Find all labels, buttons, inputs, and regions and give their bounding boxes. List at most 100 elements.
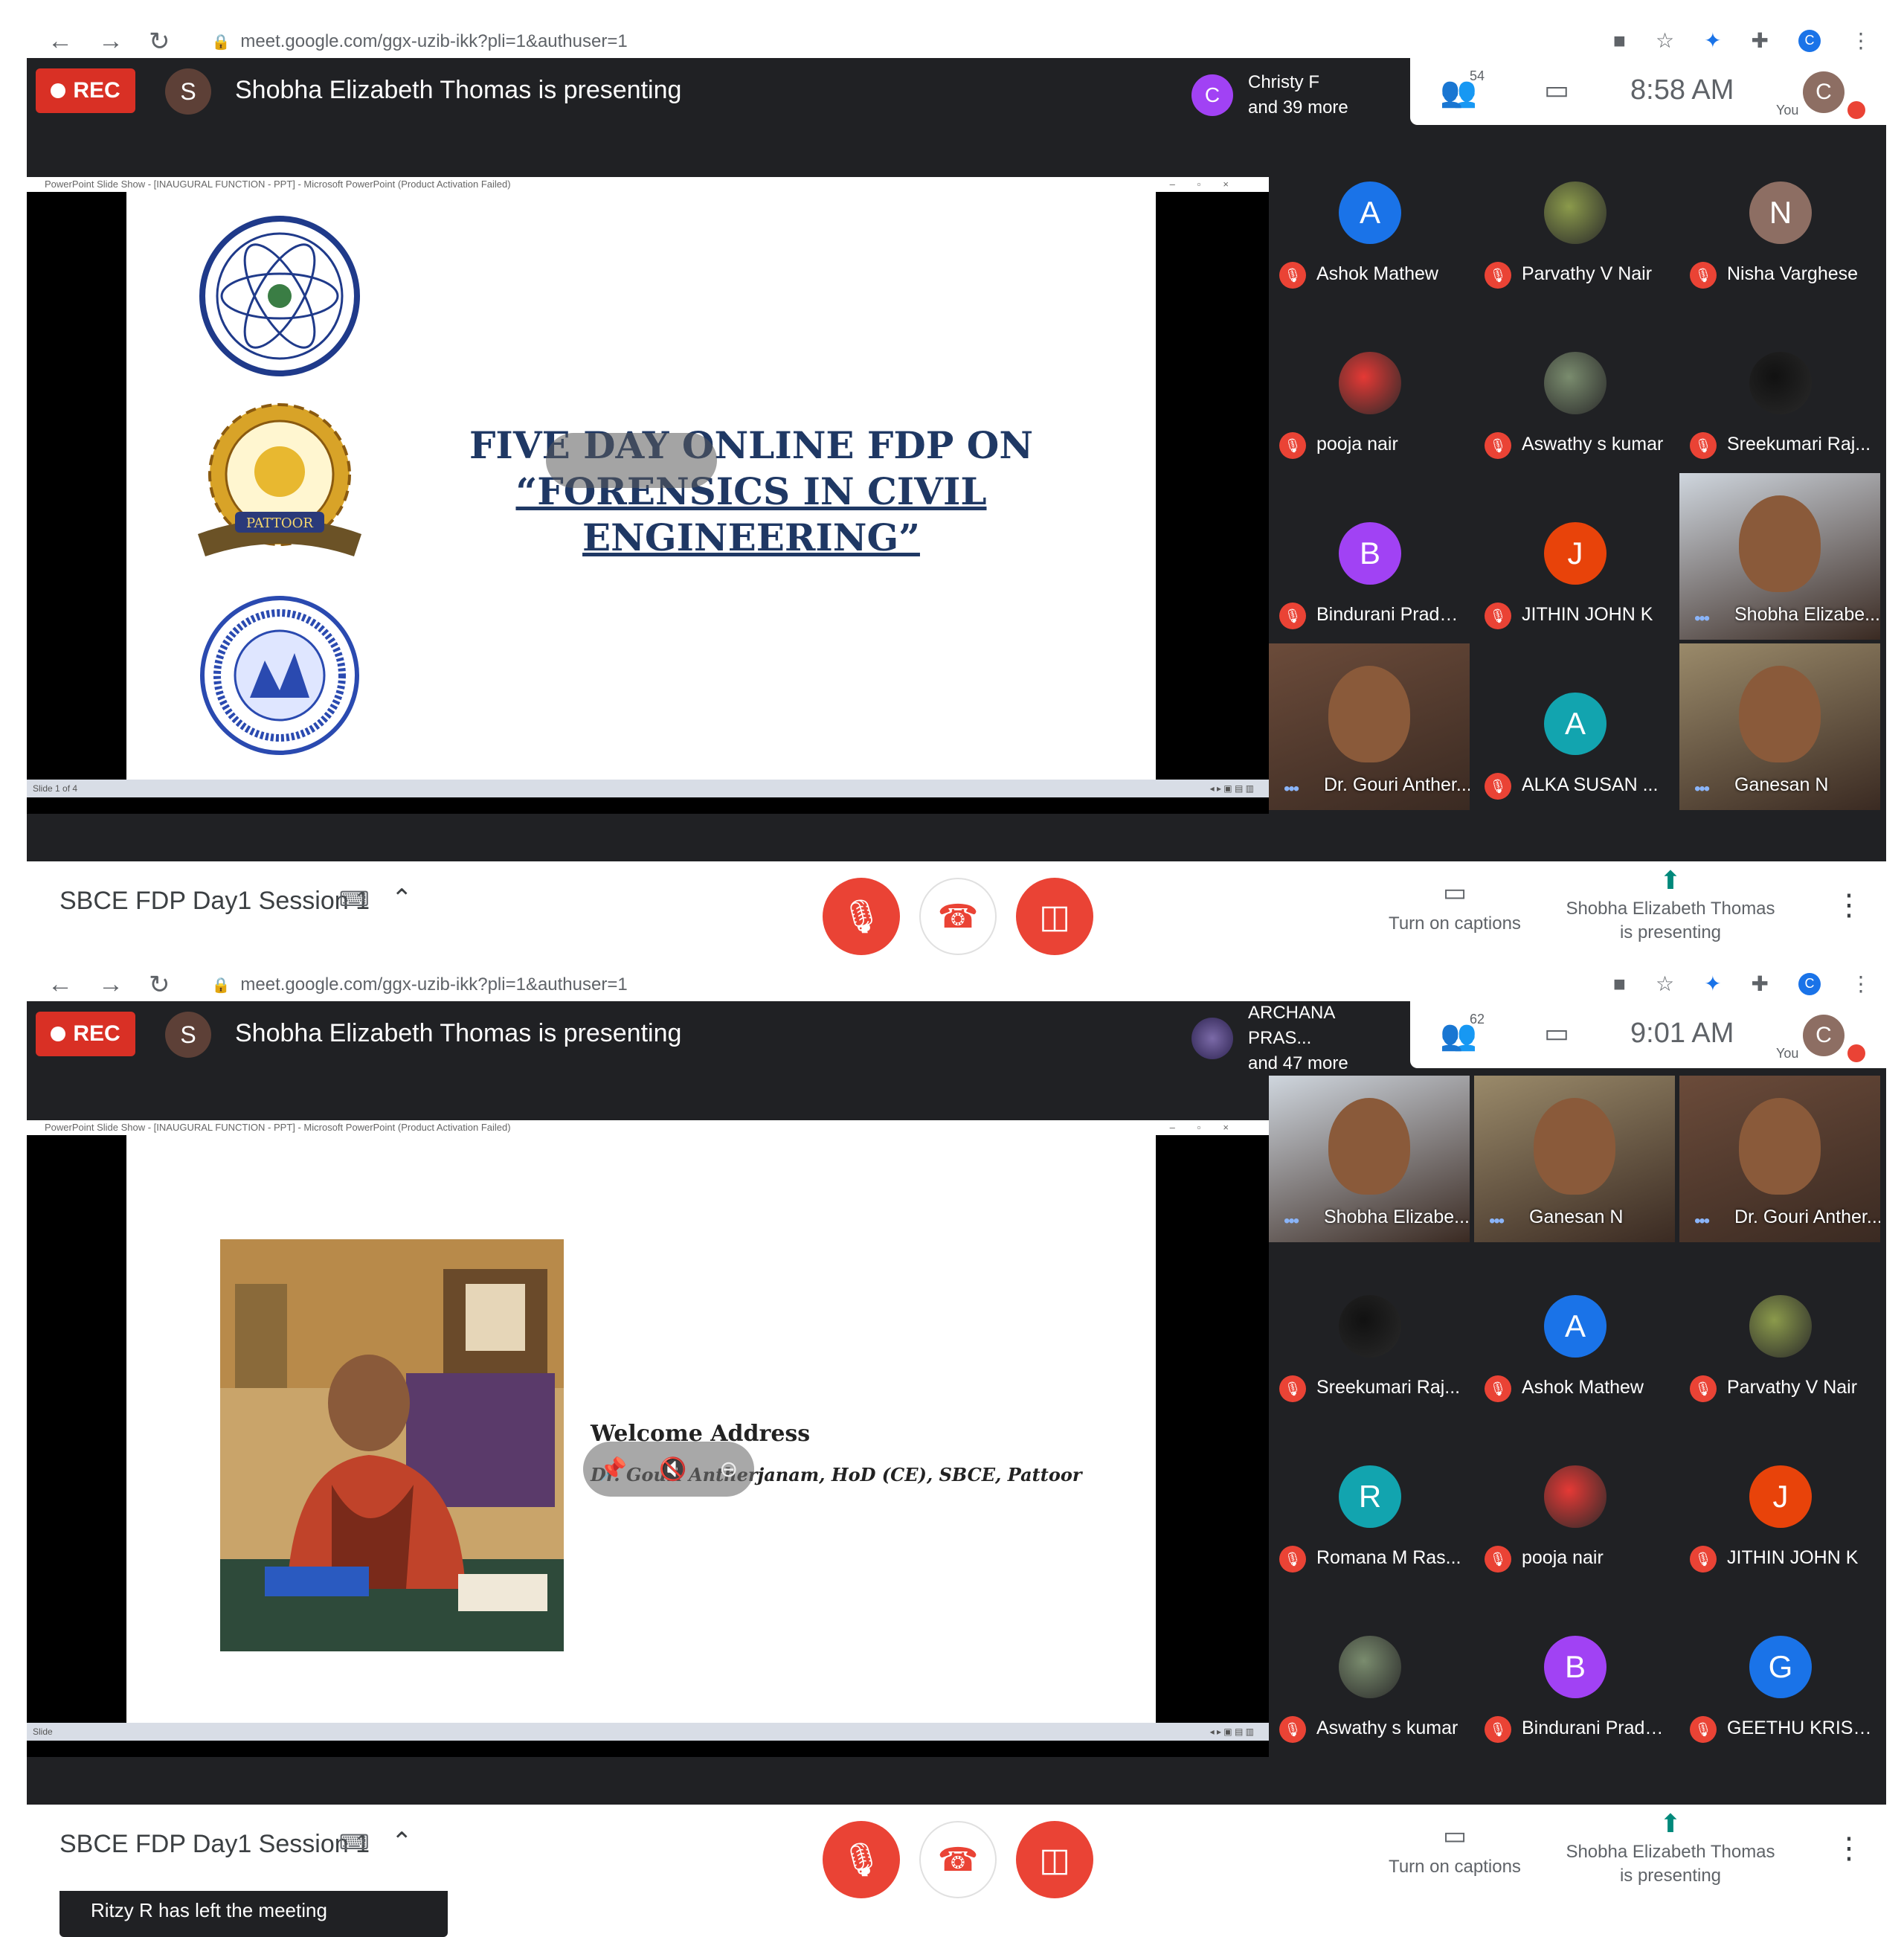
speaking-indicator-icon: ••• [1694,608,1710,629]
joined-notification[interactable]: C Christy F and 39 more [1180,58,1403,132]
participant-name: pooja nair [1316,434,1398,454]
self-avatar[interactable]: C [1803,71,1844,113]
puzzle-icon[interactable]: ✚ [1752,971,1769,996]
reload-icon[interactable]: ↻ [149,27,170,57]
participant-tile[interactable]: A 🎙 Ashok Mathew [1269,132,1470,299]
participant-tile[interactable]: 🎙 Aswathy s kumar [1474,303,1675,469]
forward-arrow-icon[interactable]: → [98,970,123,1000]
captions-button[interactable]: ▭ Turn on captions [1373,1821,1537,1877]
forward-arrow-icon[interactable]: → [98,27,123,57]
participant-tile[interactable]: 🎙 Parvathy V Nair [1679,1246,1880,1413]
participant-name: Aswathy s kumar [1316,1718,1458,1738]
chat-icon[interactable]: ▭ [1544,74,1569,106]
address-bar[interactable]: meet.google.com/ggx-uzib-ikk?pli=1&authu… [240,31,627,52]
participant-tile[interactable]: B 🎙 Bindurani Prade... [1474,1587,1675,1753]
participant-avatar [1339,1636,1401,1698]
browser-profile-avatar[interactable]: C [1798,29,1821,52]
participant-name: Aswathy s kumar [1522,434,1664,454]
leave-call-button[interactable]: ☎ [919,878,997,955]
meet-control-bar: SBCE FDP Day1 Session 1 ⌨ ⌃ 🎙 ☎ ◫ ▭ Turn … [27,1805,1886,1898]
browser-menu-icon[interactable]: ⋮ [1850,28,1871,53]
participant-tile[interactable]: ••• Dr. Gouri Anther... [1679,1076,1880,1242]
slide-hover-controls[interactable] [546,433,717,488]
participant-name: ALKA SUSAN ... [1522,774,1659,795]
joined-more: and 39 more [1248,97,1348,118]
extension-icon[interactable]: ✦ [1704,28,1721,53]
chevron-up-icon[interactable]: ⌃ [391,884,413,913]
participant-tile[interactable]: ••• Shobha Elizabe... [1269,1076,1470,1242]
bookmark-star-icon[interactable]: ☆ [1656,971,1674,996]
extension-icon[interactable]: ✦ [1704,971,1721,996]
leave-call-button[interactable]: ☎ [919,1821,997,1898]
meeting-info-icon[interactable]: ⌨ [339,887,369,911]
mute-icon[interactable]: 🔇 [659,1456,686,1483]
mic-muted-icon: 🎙 [1485,432,1511,459]
present-now-button[interactable]: ⬆ Shobha Elizabeth Thomas is presenting [1559,1811,1782,1888]
participant-tile[interactable]: G 🎙 GEETHU KRISH... [1679,1587,1880,1753]
participant-tile[interactable]: ••• Dr. Gouri Anther... [1269,643,1470,810]
clock-time: 8:58 AM [1630,74,1734,106]
camera-icon[interactable]: ■ [1613,972,1626,996]
camera-icon[interactable]: ■ [1613,29,1626,53]
self-avatar[interactable]: C [1803,1015,1844,1056]
chevron-up-icon[interactable]: ⌃ [391,1827,413,1857]
present-now-button[interactable]: ⬆ Shobha Elizabeth Thomas is presenting [1559,868,1782,945]
bookmark-star-icon[interactable]: ☆ [1656,28,1674,53]
camera-off-button[interactable]: ◫ [1016,1821,1093,1898]
chat-icon[interactable]: ▭ [1544,1018,1569,1049]
mic-muted-icon: 🎙 [1485,262,1511,289]
joined-notification[interactable]: ARCHANA PRAS... and 47 more [1180,1001,1403,1076]
browser-menu-icon[interactable]: ⋮ [1850,971,1871,996]
camera-off-button[interactable]: ◫ [1016,878,1093,955]
participant-tile[interactable]: 🎙 Sreekumari Raj... [1679,303,1880,469]
address-bar[interactable]: meet.google.com/ggx-uzib-ikk?pli=1&authu… [240,974,627,995]
mic-off-button[interactable]: 🎙 [823,1821,900,1898]
remove-icon[interactable]: ⊖ [719,1456,738,1483]
self-muted-indicator [1847,1044,1865,1062]
participant-tile[interactable]: J 🎙 JITHIN JOHN K [1474,473,1675,640]
browser-profile-avatar[interactable]: C [1798,972,1821,995]
puzzle-icon[interactable]: ✚ [1752,28,1769,53]
participant-tile[interactable]: 🎙 pooja nair [1474,1416,1675,1583]
ppt-view-controls[interactable]: ◂ ▸ ▣ ▤ ▥ [1210,780,1254,797]
presentation-area: PowerPoint Slide Show - [INAUGURAL FUNCT… [27,1120,1269,1757]
meeting-name[interactable]: SBCE FDP Day1 Session 1 [60,1830,370,1859]
participant-grid: ••• Shobha Elizabe... ••• Ganesan N ••• Dr. G… [1269,1076,1886,1757]
mic-off-button[interactable]: 🎙 [823,878,900,955]
mic-muted-icon: 🎙 [1485,603,1511,629]
reload-icon[interactable]: ↻ [149,970,170,1000]
captions-button[interactable]: ▭ Turn on captions [1373,878,1537,934]
meeting-info-icon[interactable]: ⌨ [339,1830,369,1854]
participant-tile[interactable]: ••• Ganesan N [1679,643,1880,810]
participant-tile[interactable]: B 🎙 Bindurani Prade... [1269,473,1470,640]
participant-name: JITHIN JOHN K [1727,1547,1859,1568]
joined-name: ARCHANA PRAS... [1247,1003,1335,1048]
participant-avatar [1544,182,1606,244]
meet-info-panel: 👥 62 ▭ 9:01 AM You C [1410,1001,1886,1068]
pin-icon[interactable]: 📌 [599,1456,627,1483]
participant-tile[interactable]: 🎙 pooja nair [1269,303,1470,469]
more-options-icon[interactable]: ⋮ [1834,1831,1864,1866]
more-options-icon[interactable]: ⋮ [1834,888,1864,922]
participant-tile[interactable]: 🎙 Aswathy s kumar [1269,1587,1470,1753]
participant-tile[interactable]: R 🎙 Romana M Ras... [1269,1416,1470,1583]
back-arrow-icon[interactable]: ← [48,970,73,1000]
participant-tile[interactable]: 🎙 Parvathy V Nair [1474,132,1675,299]
participant-tile[interactable]: J 🎙 JITHIN JOHN K [1679,1416,1880,1583]
speaking-indicator-icon: ••• [1284,779,1299,799]
meet-control-bar: SBCE FDP Day1 Session 1 ⌨ ⌃ 🎙 ☎ ◫ ▭ Turn … [27,861,1886,955]
participant-tile[interactable]: A 🎙 Ashok Mathew [1474,1246,1675,1413]
meeting-name[interactable]: SBCE FDP Day1 Session 1 [60,887,370,916]
participant-video [1739,666,1821,762]
participant-tile[interactable]: N 🎙 Nisha Varghese [1679,132,1880,299]
participant-tile[interactable]: A 🎙 ALKA SUSAN ... [1474,643,1675,810]
mic-muted-icon: 🎙 [1690,262,1717,289]
participant-tile[interactable]: 🎙 Sreekumari Raj... [1269,1246,1470,1413]
ppt-view-controls[interactable]: ◂ ▸ ▣ ▤ ▥ [1210,1723,1254,1741]
captions-label: Turn on captions [1389,1857,1521,1877]
participant-tile[interactable]: ••• Ganesan N [1474,1076,1675,1242]
participant-tile[interactable]: ••• Shobha Elizabe... [1679,473,1880,640]
participant-avatar: G [1749,1636,1812,1698]
mic-muted-icon: 🎙 [1279,1716,1306,1743]
back-arrow-icon[interactable]: ← [48,27,73,57]
